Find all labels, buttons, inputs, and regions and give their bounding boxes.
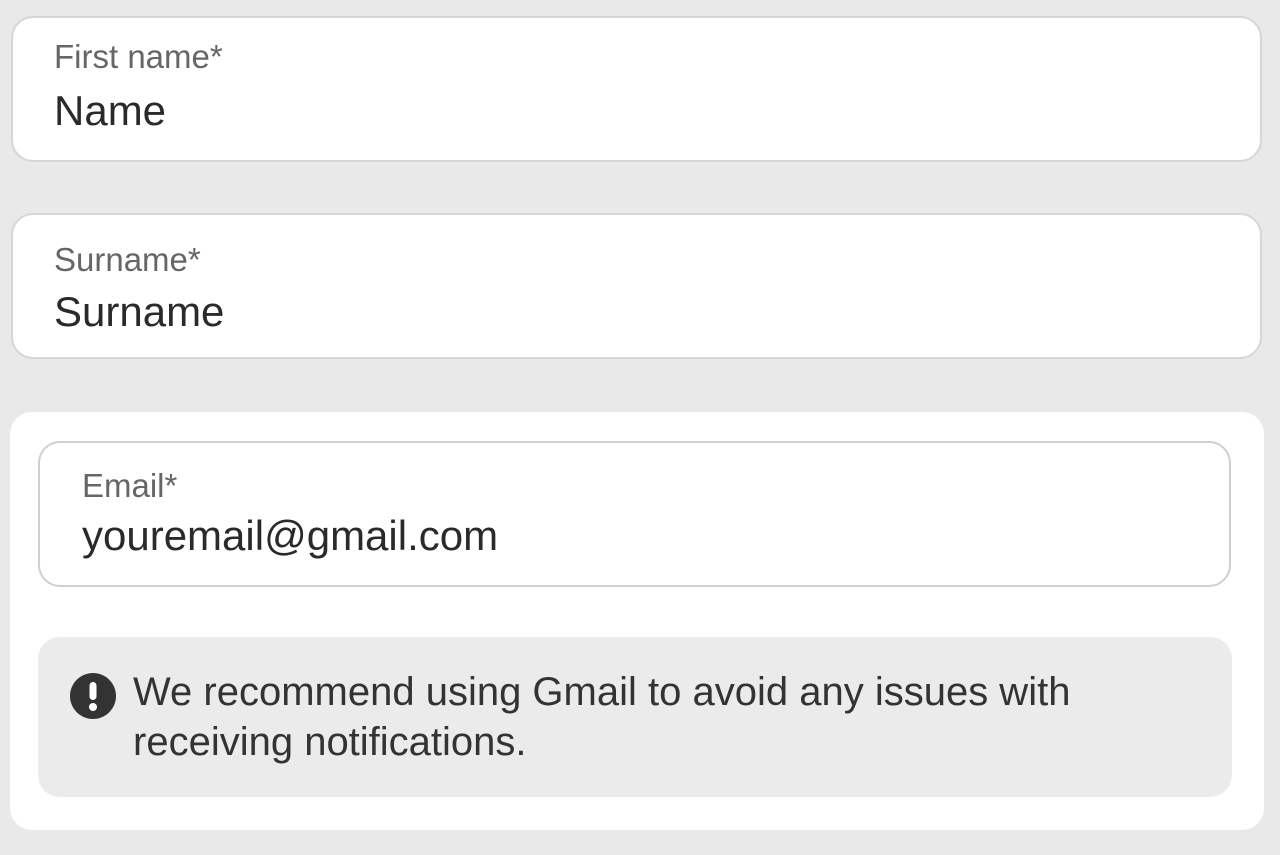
first-name-label: First name* bbox=[54, 38, 223, 75]
first-name-value[interactable]: Name bbox=[54, 90, 166, 132]
exclamation-circle-icon bbox=[70, 673, 116, 719]
first-name-field[interactable]: First name* Name bbox=[11, 16, 1262, 162]
email-card: Email* youremail@gmail.com We recommend … bbox=[10, 412, 1264, 830]
notice-text: We recommend using Gmail to avoid any is… bbox=[133, 670, 1071, 764]
email-label: Email* bbox=[82, 467, 178, 504]
surname-field[interactable]: Surname* Surname bbox=[11, 213, 1262, 359]
email-recommendation-notice: We recommend using Gmail to avoid any is… bbox=[38, 637, 1232, 797]
email-value[interactable]: youremail@gmail.com bbox=[82, 515, 498, 557]
surname-label: Surname* bbox=[54, 241, 201, 278]
surname-value[interactable]: Surname bbox=[54, 291, 224, 333]
email-field[interactable]: Email* youremail@gmail.com bbox=[38, 441, 1231, 587]
